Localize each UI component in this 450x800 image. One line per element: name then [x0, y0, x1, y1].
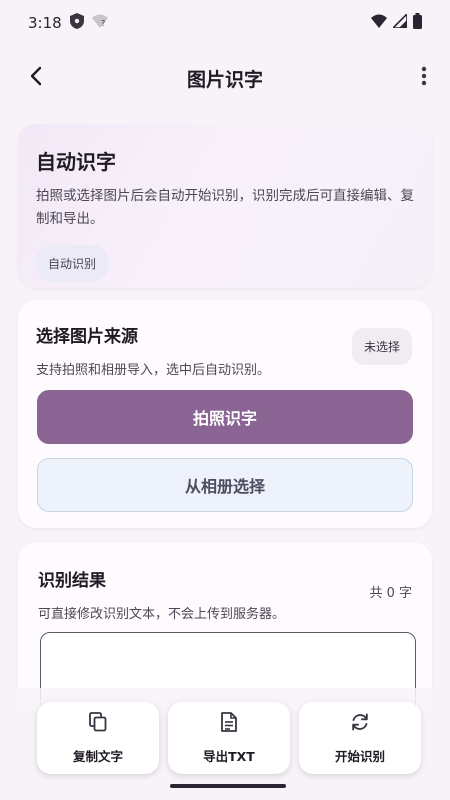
start-recognition-button[interactable]: 开始识别	[299, 702, 421, 774]
auto-recognition-card: 自动识字 拍照或选择图片后会自动开始识别，识别完成后可直接编辑、复制和导出。 自…	[18, 124, 432, 288]
export-txt-button[interactable]: 导出TXT	[168, 702, 290, 774]
app-bar: 图片识字	[0, 52, 450, 104]
battery-icon	[413, 13, 422, 33]
export-txt-label: 导出TXT	[203, 748, 255, 764]
camera-recognize-button[interactable]: 拍照识字	[37, 390, 413, 444]
copy-text-button[interactable]: 复制文字	[37, 702, 159, 774]
wifi-icon	[371, 14, 387, 32]
start-recognition-label: 开始识别	[334, 748, 385, 764]
document-icon	[221, 711, 237, 736]
status-time: 3:18	[28, 14, 62, 32]
arrow-back-icon	[29, 66, 43, 90]
hero-title: 自动识字	[36, 150, 116, 174]
wifi-question-icon: ?	[91, 14, 108, 32]
result-description: 可直接修改识别文本，不会上传到服务器。	[38, 607, 286, 622]
more-options-button[interactable]	[410, 62, 438, 94]
back-button[interactable]	[20, 62, 52, 94]
copy-text-label: 复制文字	[72, 748, 123, 764]
gesture-nav-handle	[170, 784, 286, 788]
status-left: 3:18 ?	[28, 13, 108, 33]
hero-description: 拍照或选择图片后会自动开始识别，识别完成后可直接编辑、复制和导出。	[36, 188, 414, 227]
result-title: 识别结果	[38, 571, 106, 591]
more-vert-icon	[421, 66, 427, 90]
character-count: 共 0 字	[369, 586, 412, 601]
selection-status-chip: 未选择	[351, 328, 412, 365]
page-title: 图片识字	[186, 68, 263, 91]
image-source-card: 选择图片来源 支持拍照和相册导入，选中后自动识别。 未选择 拍照识字 从相册选择	[18, 300, 432, 528]
svg-text:?: ?	[101, 19, 105, 28]
status-bar: 3:18 ?	[0, 0, 450, 46]
refresh-icon	[350, 712, 370, 736]
copy-icon	[89, 711, 107, 736]
status-right	[371, 12, 422, 33]
auto-recognition-badge: 自动识别	[36, 245, 109, 282]
shield-icon	[69, 13, 84, 33]
signal-icon	[391, 12, 408, 32]
gallery-select-button[interactable]: 从相册选择	[37, 458, 413, 512]
